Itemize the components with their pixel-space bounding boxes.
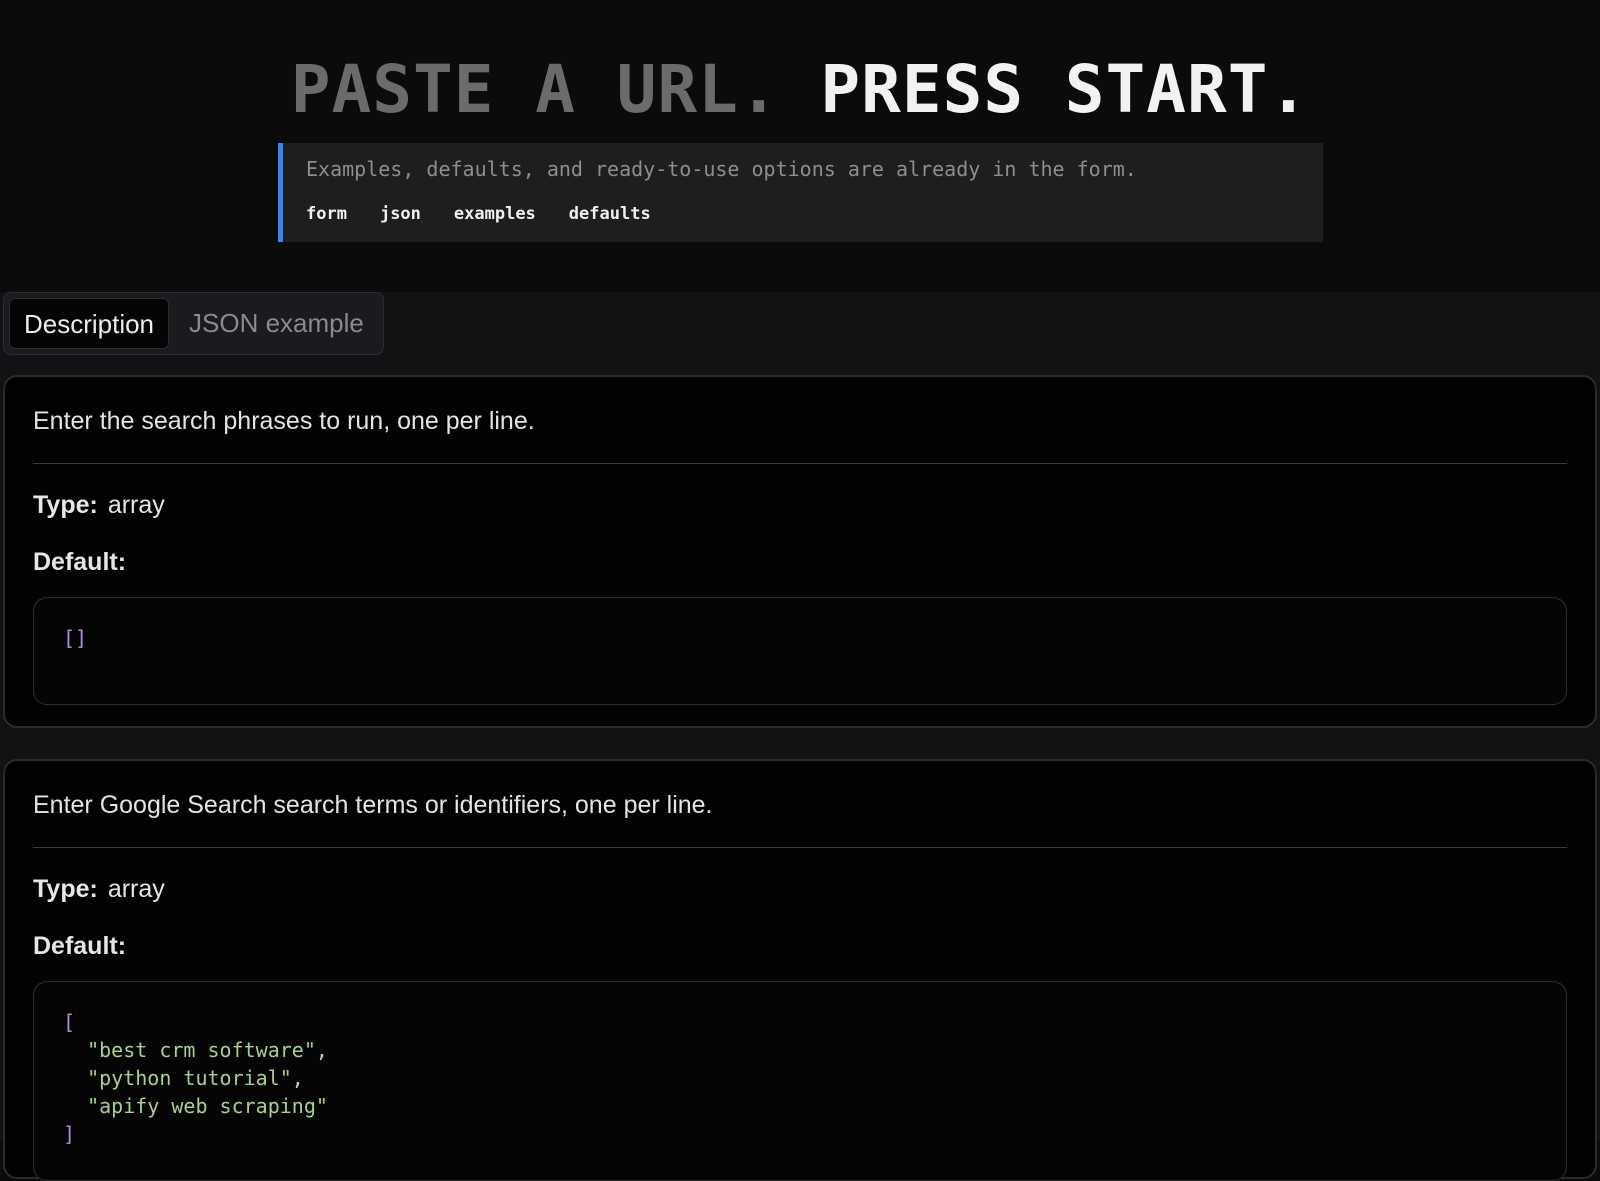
default-label: Default: xyxy=(33,548,127,576)
divider xyxy=(33,463,1567,464)
type-label: Type: xyxy=(33,491,98,519)
default-label: Default: xyxy=(33,932,127,960)
hint-callout: Examples, defaults, and ready-to-use opt… xyxy=(278,143,1323,242)
default-code-block[interactable]: [ "best crm software", "python tutorial"… xyxy=(33,981,1567,1181)
field-description: Enter Google Search search terms or iden… xyxy=(33,791,713,819)
field-type: Type: array xyxy=(33,875,165,904)
tab-description[interactable]: Description xyxy=(9,298,169,349)
tab-bar: Description JSON example xyxy=(3,292,384,355)
callout-text: Examples, defaults, and ready-to-use opt… xyxy=(306,157,1137,181)
code-string: "best crm software" xyxy=(87,1038,316,1062)
field-type: Type: array xyxy=(33,491,165,520)
code-string: "python tutorial" xyxy=(87,1066,292,1090)
tag-json: json xyxy=(379,204,421,224)
field-card: Enter Google Search search terms or iden… xyxy=(3,759,1597,1181)
code-string: "apify web scraping" xyxy=(87,1094,328,1118)
page-headline: PASTE A URL. PRESS START. xyxy=(0,50,1600,130)
code-bracket-close: ] xyxy=(63,1122,76,1146)
hero-section: PASTE A URL. PRESS START. Examples, defa… xyxy=(0,0,1600,292)
code-content: [] xyxy=(63,624,87,652)
headline-bright: PRESS START. xyxy=(820,51,1310,128)
type-value: array xyxy=(107,875,165,903)
code-bracket-open: [ xyxy=(63,1010,76,1034)
tag-form: form xyxy=(306,204,347,224)
main-content: Description JSON example Enter the searc… xyxy=(0,292,1600,1181)
field-card: Enter the search phrases to run, one per… xyxy=(3,375,1597,728)
default-code-block[interactable]: [] xyxy=(33,597,1567,705)
type-value: array xyxy=(107,491,165,519)
code-bracket: [] xyxy=(63,626,88,650)
tag-examples: examples xyxy=(453,204,536,224)
tab-json-example[interactable]: JSON example xyxy=(189,298,364,349)
type-label: Type: xyxy=(33,875,98,903)
tag-defaults: defaults xyxy=(568,204,651,224)
code-content: [ "best crm software", "python tutorial"… xyxy=(63,1010,328,1146)
divider xyxy=(33,847,1567,848)
headline-dim: PASTE A URL. xyxy=(290,51,780,128)
callout-tags: form json examples defaults xyxy=(306,204,684,224)
field-description: Enter the search phrases to run, one per… xyxy=(33,407,535,435)
